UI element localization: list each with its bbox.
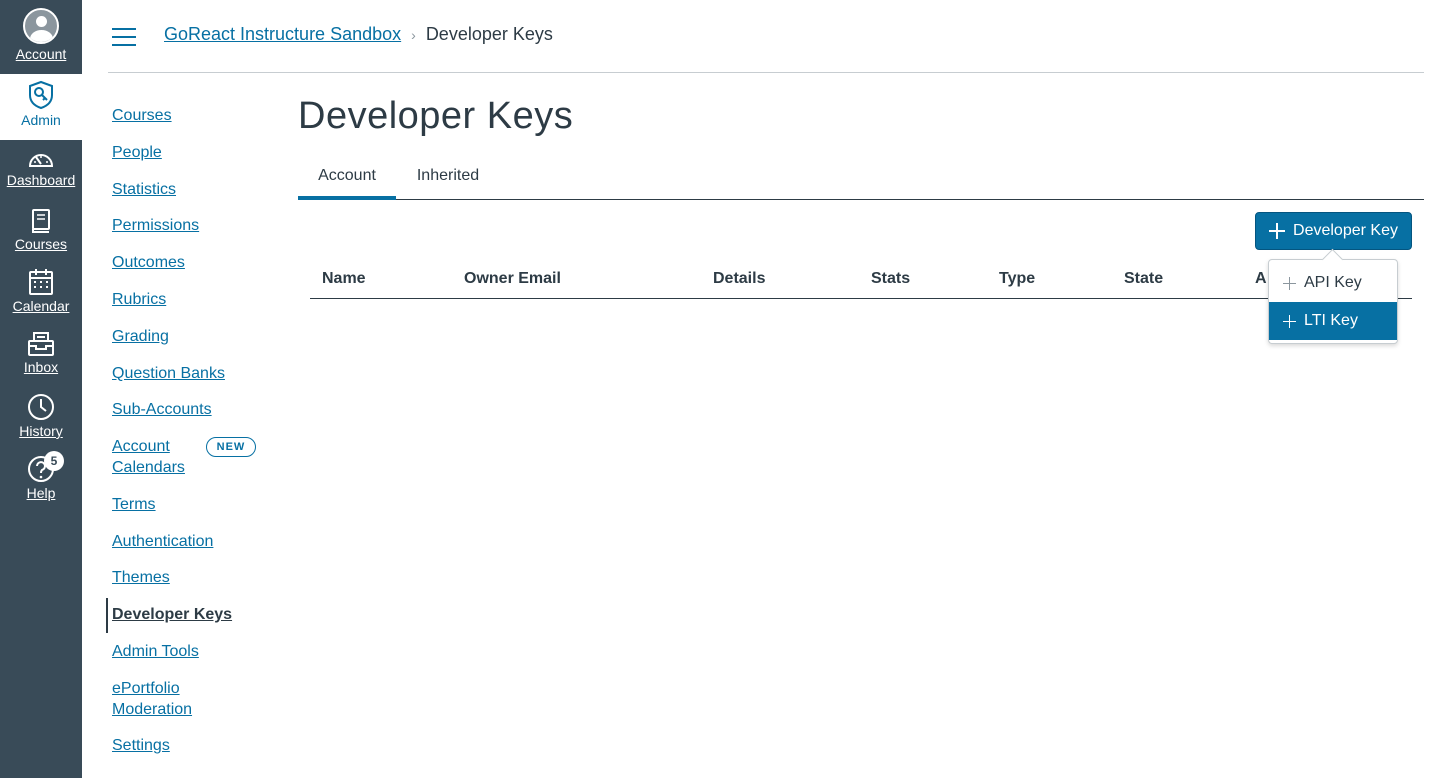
subnav-permissions[interactable]: Permissions	[106, 215, 199, 236]
nav-account[interactable]: Account	[0, 8, 82, 62]
subnav-eportfolio-line1: ePortfolio	[112, 680, 180, 697]
nav-courses[interactable]: Courses	[0, 208, 82, 252]
menu-item-lti-key-label: LTI Key	[1304, 312, 1358, 329]
nav-admin[interactable]: Admin	[0, 74, 82, 140]
nav-admin-label: Admin	[21, 112, 61, 128]
nav-calendar-label: Calendar	[12, 298, 70, 314]
nav-account-label: Account	[15, 46, 67, 62]
calendar-icon	[29, 269, 53, 295]
column-details: Details	[713, 270, 766, 287]
hamburger-menu-button[interactable]	[112, 28, 136, 46]
nav-history-label: History	[19, 423, 63, 439]
hamburger-bar	[112, 28, 136, 30]
tab-bar: Account Inherited	[298, 162, 1424, 200]
menu-item-lti-key[interactable]: LTI Key	[1269, 302, 1397, 340]
keys-table-header: Name Owner Email Details Stats Type Stat…	[310, 262, 1412, 299]
help-count-badge: 5	[44, 451, 64, 471]
nav-help[interactable]: Help 5	[0, 451, 82, 501]
chevron-right-icon: ›	[411, 26, 416, 43]
subnav-admin-tools[interactable]: Admin Tools	[106, 641, 199, 662]
column-type: Type	[999, 270, 1036, 287]
subnav-grading[interactable]: Grading	[106, 326, 169, 347]
subnav-courses[interactable]: Courses	[106, 105, 172, 126]
clock-icon	[28, 394, 54, 420]
breadcrumb-current: Developer Keys	[425, 24, 553, 44]
column-state: State	[1124, 270, 1164, 287]
tab-inherited[interactable]: Inherited	[402, 162, 494, 200]
subnav-rubrics[interactable]: Rubrics	[106, 289, 166, 310]
subnav-question-banks[interactable]: Question Banks	[106, 363, 225, 384]
subnav-terms[interactable]: Terms	[106, 494, 156, 515]
subnav-eportfolio-moderation[interactable]: ePortfolio Moderation	[106, 678, 192, 720]
plus-icon	[1269, 223, 1286, 239]
page-title: Developer Keys	[298, 95, 574, 137]
subnav-account-calendars-line2: Calendars	[112, 459, 185, 476]
subnav-developer-keys[interactable]: Developer Keys	[106, 598, 232, 633]
nav-inbox-label: Inbox	[23, 359, 59, 375]
subnav-statistics[interactable]: Statistics	[106, 179, 176, 200]
subnav-authentication[interactable]: Authentication	[106, 531, 213, 552]
shield-icon	[29, 80, 53, 110]
tab-account[interactable]: Account	[298, 162, 396, 200]
column-stats: Stats	[871, 270, 911, 287]
subnav-people[interactable]: People	[106, 142, 162, 163]
hamburger-bar	[112, 44, 136, 46]
hamburger-bar	[112, 36, 136, 38]
column-name: Name	[322, 270, 366, 287]
nav-help-label: Help	[26, 485, 56, 501]
subnav-eportfolio-line2: Moderation	[112, 701, 193, 718]
avatar-icon	[23, 8, 59, 44]
nav-courses-label: Courses	[14, 236, 68, 252]
plus-icon	[1283, 314, 1296, 328]
nav-calendar[interactable]: Calendar	[0, 268, 82, 314]
new-badge: NEW	[206, 437, 256, 457]
column-owner-email: Owner Email	[464, 270, 561, 287]
nav-history[interactable]: History	[0, 393, 82, 439]
inbox-icon	[28, 332, 54, 356]
subnav-account-calendars[interactable]: Account Calendars	[106, 436, 185, 478]
column-actions: A	[1255, 270, 1267, 287]
nav-dashboard-label: Dashboard	[6, 172, 76, 188]
add-developer-key-label: Developer Key	[1293, 222, 1398, 239]
menu-item-api-key-label: API Key	[1304, 274, 1362, 291]
developer-key-dropdown: API Key LTI Key	[1268, 259, 1398, 344]
nav-dashboard[interactable]: Dashboard	[0, 148, 82, 188]
global-nav: Account Admin Dashboard Courses Calendar…	[0, 0, 82, 778]
subnav-outcomes[interactable]: Outcomes	[106, 252, 185, 273]
plus-icon	[1283, 276, 1296, 290]
subnav-themes[interactable]: Themes	[106, 567, 170, 588]
dashboard-icon	[28, 154, 54, 167]
add-developer-key-button[interactable]: Developer Key	[1255, 212, 1412, 250]
subnav-account-calendars-line1: Account	[112, 438, 170, 455]
header-divider	[108, 72, 1424, 73]
breadcrumb-parent-link[interactable]: GoReact Instructure Sandbox	[164, 24, 401, 45]
subnav-sub-accounts[interactable]: Sub-Accounts	[106, 399, 212, 420]
book-icon	[32, 209, 50, 233]
menu-item-api-key[interactable]: API Key	[1269, 264, 1397, 302]
nav-inbox[interactable]: Inbox	[0, 331, 82, 375]
subnav-settings[interactable]: Settings	[106, 735, 170, 756]
breadcrumb: GoReact Instructure Sandbox › Developer …	[164, 24, 553, 45]
